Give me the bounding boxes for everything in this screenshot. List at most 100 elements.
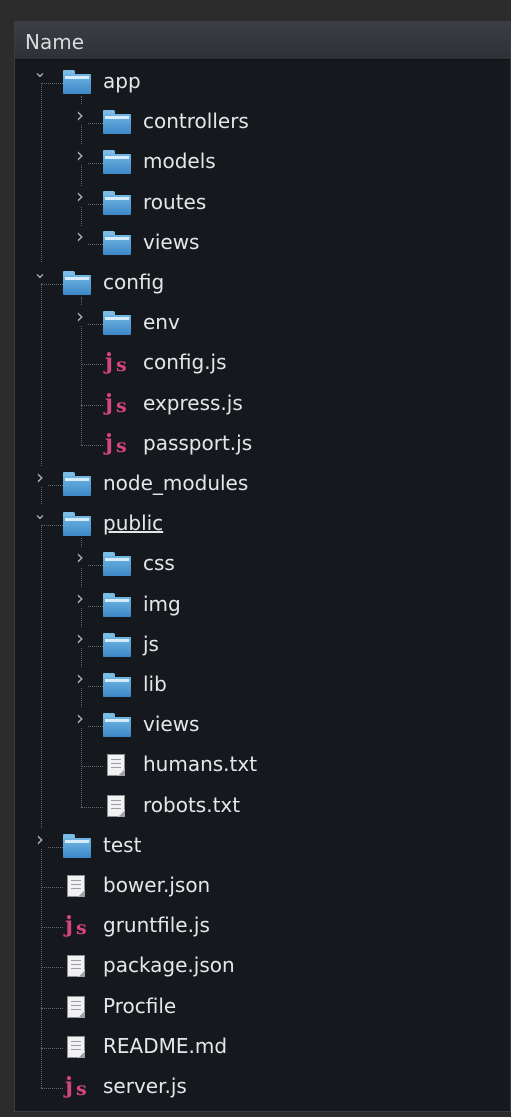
chevron-right-icon[interactable]: › xyxy=(33,828,47,849)
tree-file-config-js[interactable]: j s config.js xyxy=(15,343,510,383)
tree-folder-env[interactable]: › env xyxy=(15,303,510,343)
file-tree-panel: Name ⌄ app › controllers › models › routes › view… xyxy=(14,21,511,1112)
tree-folder-routes[interactable]: › routes xyxy=(15,183,510,223)
tree-folder-models[interactable]: › models xyxy=(15,142,510,182)
tree-connector-branch xyxy=(41,967,63,969)
tree-file-server-js[interactable]: j s server.js xyxy=(15,1067,510,1107)
chevron-right-icon[interactable]: › xyxy=(73,668,87,688)
folder-icon xyxy=(103,632,131,657)
folder-icon xyxy=(103,713,131,738)
chevron-right-icon[interactable]: › xyxy=(73,627,87,648)
chevron-right-icon[interactable]: › xyxy=(73,185,87,206)
tree-folder-img[interactable]: › img xyxy=(15,585,510,625)
text-file-icon xyxy=(63,874,91,898)
tree-item-label: models xyxy=(143,149,216,174)
tree-file-procfile[interactable]: Procfile xyxy=(15,987,510,1027)
tree-folder-views[interactable]: › views xyxy=(15,223,510,263)
tree-item-label: lib xyxy=(143,672,167,696)
chevron-right-icon[interactable]: › xyxy=(33,467,47,487)
folder-icon xyxy=(63,472,91,496)
folder-icon xyxy=(103,311,131,336)
tree-connector-branch xyxy=(41,83,63,84)
chevron-right-icon[interactable]: › xyxy=(73,225,87,246)
js-file-icon: js xyxy=(105,349,127,377)
folder-icon xyxy=(103,673,131,697)
tree-item-label: humans.txt xyxy=(143,752,258,777)
js-file-icon: js xyxy=(105,429,127,457)
text-file-icon xyxy=(63,1035,91,1059)
chevron-right-icon[interactable]: › xyxy=(73,708,87,729)
tree-item-label: img xyxy=(143,591,181,616)
tree-folder-app[interactable]: ⌄ app xyxy=(15,62,510,102)
tree-connector-branch xyxy=(81,766,103,768)
folder-icon xyxy=(63,70,91,94)
tree-connector-branch xyxy=(81,444,103,446)
tree-folder-config[interactable]: ⌄ config xyxy=(15,263,510,303)
tree-file-robots-txt[interactable]: robots.txt xyxy=(15,786,510,826)
chevron-down-icon[interactable]: ⌄ xyxy=(33,504,47,525)
tree-item-label: views xyxy=(143,712,200,737)
tree-item-label: gruntfile.js xyxy=(103,913,210,938)
tree-folder-public[interactable]: ⌄ public xyxy=(15,504,510,544)
chevron-right-icon[interactable]: › xyxy=(73,145,87,166)
tree-file-passport-js[interactable]: j s passport.js xyxy=(15,424,510,464)
tree-item-label: robots.txt xyxy=(143,792,241,817)
chevron-right-icon[interactable]: › xyxy=(73,306,87,327)
tree-item-label: config xyxy=(103,270,165,294)
tree-item-label: controllers xyxy=(143,109,249,134)
chevron-down-icon[interactable]: ⌄ xyxy=(33,62,47,82)
tree-item-label: express.js xyxy=(143,390,243,415)
tree-item-label: package.json xyxy=(103,953,235,978)
tree-file-express-js[interactable]: j s express.js xyxy=(15,384,510,424)
tree-item-label: css xyxy=(143,551,175,576)
folder-icon xyxy=(103,150,131,175)
tree-folder-node-modules[interactable]: › node_modules xyxy=(15,464,510,504)
column-header-name[interactable]: Name xyxy=(15,22,510,60)
folder-icon xyxy=(63,271,91,295)
tree-file-gruntfile-js[interactable]: j s gruntfile.js xyxy=(15,906,510,946)
js-file-icon: js xyxy=(65,1073,87,1100)
tree-connector-branch xyxy=(41,887,63,888)
folder-icon xyxy=(103,190,131,215)
chevron-right-icon[interactable]: › xyxy=(73,587,87,608)
tree-folder-views[interactable]: › views xyxy=(15,705,510,745)
tree-connector-branch xyxy=(41,1047,63,1049)
tree-folder-js[interactable]: › js xyxy=(15,625,510,665)
tree-item-label: views xyxy=(143,229,200,254)
text-file-icon xyxy=(103,753,131,777)
tree-item-label: passport.js xyxy=(143,430,253,455)
text-file-icon xyxy=(63,995,91,1019)
tree-folder-controllers[interactable]: › controllers xyxy=(15,102,510,142)
file-tree: ⌄ app › controllers › models › routes › views ⌄ con… xyxy=(15,62,510,1107)
tree-file-bower-json[interactable]: bower.json xyxy=(15,866,510,906)
tree-item-label: js xyxy=(143,631,159,656)
js-file-icon: js xyxy=(105,389,127,417)
tree-connector-branch xyxy=(81,404,103,406)
text-file-icon xyxy=(103,794,131,818)
chevron-down-icon[interactable]: ⌄ xyxy=(33,263,47,283)
tree-connector-branch xyxy=(41,1007,63,1009)
tree-file-readme-md[interactable]: README.md xyxy=(15,1027,510,1067)
tree-connector-branch xyxy=(41,1088,63,1089)
tree-connector-branch xyxy=(81,364,103,366)
tree-folder-test[interactable]: › test xyxy=(15,826,510,866)
chevron-right-icon[interactable]: › xyxy=(73,105,87,126)
folder-icon xyxy=(63,512,91,537)
tree-item-label: config.js xyxy=(143,350,227,375)
tree-item-label: bower.json xyxy=(103,873,211,897)
tree-file-package-json[interactable]: package.json xyxy=(15,946,510,986)
tree-item-label: server.js xyxy=(103,1074,187,1098)
folder-icon xyxy=(63,833,91,858)
folder-icon xyxy=(103,552,131,577)
tree-file-humans-txt[interactable]: humans.txt xyxy=(15,745,510,785)
tree-folder-lib[interactable]: › lib xyxy=(15,665,510,705)
tree-item-label: env xyxy=(143,310,180,335)
tree-item-label: public xyxy=(103,511,164,536)
folder-icon xyxy=(103,230,131,255)
tree-folder-css[interactable]: › css xyxy=(15,544,510,584)
text-file-icon xyxy=(63,954,91,978)
tree-connector-branch xyxy=(41,284,63,285)
chevron-right-icon[interactable]: › xyxy=(73,547,87,568)
tree-connector-branch xyxy=(41,525,63,527)
tree-item-label: test xyxy=(103,832,142,857)
